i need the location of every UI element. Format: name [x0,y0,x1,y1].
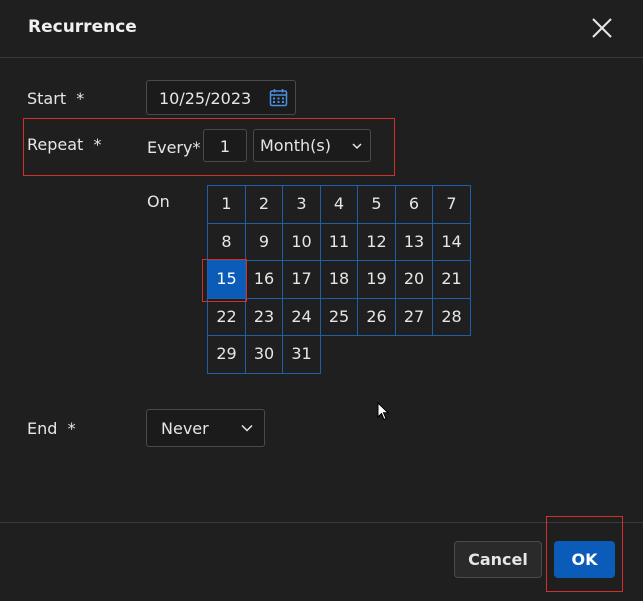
day-cell-6[interactable]: 6 [395,185,433,224]
day-cell-9[interactable]: 9 [245,223,283,261]
day-cell-27[interactable]: 27 [395,298,433,336]
day-cell-31[interactable]: 31 [282,335,321,374]
day-cell-15[interactable]: 15 [207,260,246,299]
repeat-label: Repeat * [27,135,102,154]
every-value: 1 [219,137,231,156]
start-label: Start * [27,89,85,108]
day-cell-17[interactable]: 17 [282,260,321,299]
day-cell-24[interactable]: 24 [282,298,321,336]
day-cell-23[interactable]: 23 [245,298,283,336]
day-cell-26[interactable]: 26 [357,298,396,336]
day-cell-3[interactable]: 3 [282,185,321,224]
day-cell-1[interactable]: 1 [207,185,246,224]
dialog-footer [0,522,643,601]
day-cell-2[interactable]: 2 [245,185,283,224]
day-cell-29[interactable]: 29 [207,335,246,374]
chevron-down-icon [241,424,253,432]
cancel-button[interactable]: Cancel [454,541,542,578]
on-label: On [147,192,170,211]
every-label: Every* [147,138,201,157]
day-cell-28[interactable]: 28 [432,298,471,336]
day-cell-25[interactable]: 25 [320,298,358,336]
day-cell-5[interactable]: 5 [357,185,396,224]
every-input[interactable]: 1 [203,129,247,162]
day-cell-8[interactable]: 8 [207,223,246,261]
day-cell-12[interactable]: 12 [357,223,396,261]
day-cell-4[interactable]: 4 [320,185,358,224]
day-cell-7[interactable]: 7 [432,185,471,224]
day-cell-11[interactable]: 11 [320,223,358,261]
start-date-field[interactable]: 10/25/2023 [146,80,296,115]
day-cell-22[interactable]: 22 [207,298,246,336]
end-label: End * [27,419,76,438]
day-cell-10[interactable]: 10 [282,223,321,261]
end-select[interactable]: Never [146,409,265,447]
repeat-unit-value: Month(s) [260,136,331,155]
ok-button[interactable]: OK [554,541,615,578]
repeat-unit-select[interactable]: Month(s) [253,129,371,162]
day-cell-19[interactable]: 19 [357,260,396,299]
day-cell-16[interactable]: 16 [245,260,283,299]
calendar-icon[interactable] [269,88,288,107]
dialog-title: Recurrence [28,17,137,37]
day-cell-30[interactable]: 30 [245,335,283,374]
start-date-value: 10/25/2023 [159,89,252,108]
day-cell-13[interactable]: 13 [395,223,433,261]
mouse-cursor-icon [377,402,390,421]
day-cell-21[interactable]: 21 [432,260,471,299]
day-cell-14[interactable]: 14 [432,223,471,261]
close-icon[interactable] [588,14,616,42]
recurrence-dialog: Recurrence Start * 10/25/2023 Repeat * E… [0,0,643,600]
dialog-header: Recurrence [0,0,643,58]
day-cell-20[interactable]: 20 [395,260,433,299]
day-cell-18[interactable]: 18 [320,260,358,299]
chevron-down-icon [352,143,362,150]
end-value: Never [161,419,209,438]
